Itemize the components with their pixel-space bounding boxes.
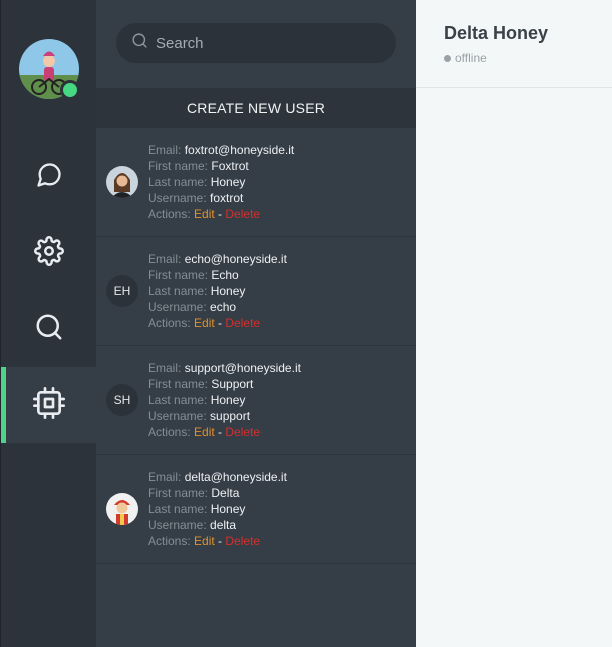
online-status-dot: [60, 80, 80, 100]
search-box[interactable]: [116, 23, 396, 63]
user-list: Email: foxtrot@honeyside.it First name: …: [96, 128, 416, 564]
user-email: foxtrot@honeyside.it: [184, 143, 295, 157]
user-first-name: Foxtrot: [211, 159, 249, 173]
user-last-name: Honey: [210, 502, 246, 516]
user-row-delta[interactable]: Email: delta@honeyside.it First name: De…: [96, 455, 416, 564]
user-email: delta@honeyside.it: [184, 470, 287, 484]
user-avatar-initials: EH: [106, 275, 138, 307]
edit-link[interactable]: Edit: [194, 425, 215, 439]
detail-user-name: Delta Honey: [444, 23, 549, 43]
delete-link[interactable]: Delete: [225, 207, 260, 221]
user-username: support: [210, 409, 251, 423]
create-new-user-button[interactable]: CREATE NEW USER: [96, 88, 416, 128]
user-username: delta: [210, 518, 237, 532]
user-first-name: Delta: [211, 486, 240, 500]
user-info: Email: support@honeyside.it First name: …: [148, 361, 301, 439]
search-input[interactable]: [156, 34, 376, 52]
status-dot: [444, 54, 451, 62]
user-row-foxtrot[interactable]: Email: foxtrot@honeyside.it First name: …: [96, 128, 416, 237]
user-row-support[interactable]: SH Email: support@honeyside.it First nam…: [96, 346, 416, 455]
detail-header: Delta Honey offline: [416, 0, 612, 88]
user-first-name: Support: [211, 377, 254, 391]
search-icon: [34, 312, 64, 347]
user-username: echo: [210, 300, 237, 314]
user-avatar: [106, 166, 138, 198]
status-text: offline: [455, 51, 487, 65]
chat-icon: [35, 161, 63, 194]
user-info: Email: foxtrot@honeyside.it First name: …: [148, 143, 295, 221]
user-email: support@honeyside.it: [184, 361, 301, 375]
delete-link[interactable]: Delete: [225, 534, 260, 548]
detail-user-status: offline: [444, 51, 487, 65]
user-row-echo[interactable]: EH Email: echo@honeyside.it First name: …: [96, 237, 416, 346]
user-last-name: Honey: [210, 393, 246, 407]
nav-settings[interactable]: [1, 215, 97, 291]
user-info: Email: echo@honeyside.it First name: Ech…: [148, 252, 287, 330]
edit-link[interactable]: Edit: [194, 316, 215, 330]
nav-admin[interactable]: [1, 367, 97, 443]
nav-sidebar: [0, 0, 97, 647]
nav-chats[interactable]: [1, 139, 97, 215]
nav-search[interactable]: [1, 291, 97, 367]
edit-link[interactable]: Edit: [194, 207, 215, 221]
user-email: echo@honeyside.it: [184, 252, 287, 266]
gear-icon: [34, 235, 64, 271]
edit-link[interactable]: Edit: [194, 534, 215, 548]
search-icon: [131, 32, 148, 54]
user-last-name: Honey: [210, 175, 246, 189]
user-list-panel: CREATE NEW USER Email: foxtrot@honeyside…: [96, 0, 416, 647]
delete-link[interactable]: Delete: [225, 316, 260, 330]
user-last-name: Honey: [210, 284, 246, 298]
user-info: Email: delta@honeyside.it First name: De…: [148, 470, 287, 548]
user-username: foxtrot: [210, 191, 244, 205]
chip-icon: [33, 386, 65, 424]
delete-link[interactable]: Delete: [225, 425, 260, 439]
user-first-name: Echo: [211, 268, 239, 282]
user-avatar-initials: SH: [106, 384, 138, 416]
user-avatar: [106, 493, 138, 525]
detail-panel: Delta Honey offline: [416, 0, 612, 647]
